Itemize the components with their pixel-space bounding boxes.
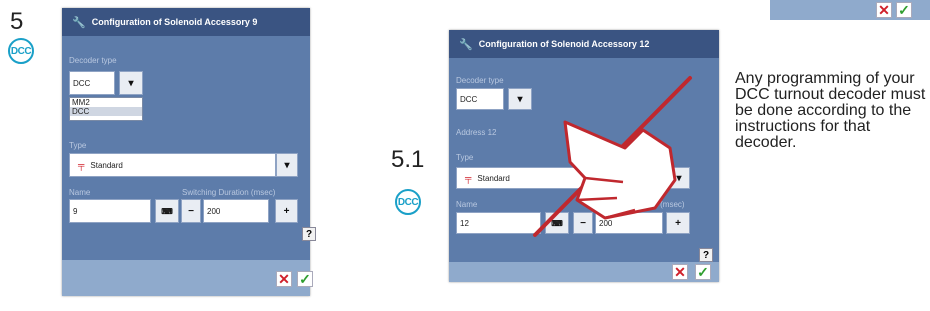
decoder-type-label: Decoder type [69, 56, 117, 65]
dialog-footer: ✕ ✓ [449, 262, 719, 282]
type-value: Standard [90, 160, 123, 170]
name-input[interactable]: 9 [69, 199, 151, 223]
name-label: Name [69, 188, 91, 197]
decoder-type-select[interactable]: DCC [456, 88, 504, 110]
duration-increase-button[interactable]: + [275, 199, 298, 223]
dialog-title: Configuration of Solenoid Accessory 9 [91, 17, 258, 27]
type-value: Standard [477, 173, 510, 183]
dcc-badge-icon: DCC [8, 38, 34, 64]
option-mm2[interactable]: MM2 [70, 98, 142, 107]
corner-cancel-button[interactable]: ✕ [876, 2, 892, 18]
type-dropdown-button[interactable]: ▾ [276, 153, 298, 177]
cancel-button[interactable]: ✕ [672, 264, 688, 280]
decoder-type-options[interactable]: MM2 DCC [69, 97, 143, 121]
cancel-button[interactable]: ✕ [276, 271, 292, 287]
keyboard-icon: ⌨ [161, 206, 173, 216]
corner-ok-button[interactable]: ✓ [896, 2, 912, 18]
dialog-title: Configuration of Solenoid Accessory 12 [478, 39, 650, 49]
switching-duration-label: Switching Duration (msec) [182, 188, 276, 197]
wrench-icon: 🔧 [459, 38, 473, 51]
wrench-icon: 🔧 [72, 16, 86, 29]
decoder-type-select[interactable]: DCC [69, 71, 115, 95]
step-number-5: 5 [10, 8, 24, 35]
name-label: Name [456, 200, 478, 209]
dialog-header: 🔧 Configuration of Solenoid Accessory 9 [62, 8, 310, 36]
option-dcc[interactable]: DCC [70, 107, 142, 116]
type-select[interactable]: ╤ Standard [69, 153, 276, 177]
dialog-header: 🔧 Configuration of Solenoid Accessory 12 [449, 30, 719, 58]
turnout-icon: ╤ [78, 160, 85, 170]
decoder-type-dropdown-button[interactable]: ▾ [119, 71, 143, 95]
type-label: Type [69, 141, 87, 150]
instruction-text: Any programming of your DCC turnout deco… [735, 70, 926, 151]
duration-input[interactable]: 200 [203, 199, 269, 223]
partial-dialog-footer: ✕ ✓ [770, 0, 930, 20]
duration-decrease-button[interactable]: − [181, 199, 201, 223]
turnout-icon: ╤ [465, 173, 472, 183]
type-label: Type [456, 153, 474, 162]
help-button[interactable]: ? [302, 227, 316, 241]
decoder-type-label: Decoder type [456, 76, 504, 85]
dialog-footer: ✕ ✓ [62, 260, 313, 296]
step-number-5-1: 5.1 [391, 146, 425, 173]
address-label: Address 12 [456, 128, 497, 137]
hand-writing-pen-icon [533, 76, 692, 237]
solenoid-config-dialog-9: 🔧 Configuration of Solenoid Accessory 9 … [62, 8, 316, 296]
help-button[interactable]: ? [699, 248, 713, 262]
ok-button[interactable]: ✓ [695, 264, 711, 280]
dcc-badge-icon: DCC [395, 189, 421, 215]
keyboard-button[interactable]: ⌨ [155, 199, 179, 223]
ok-button[interactable]: ✓ [297, 271, 313, 287]
